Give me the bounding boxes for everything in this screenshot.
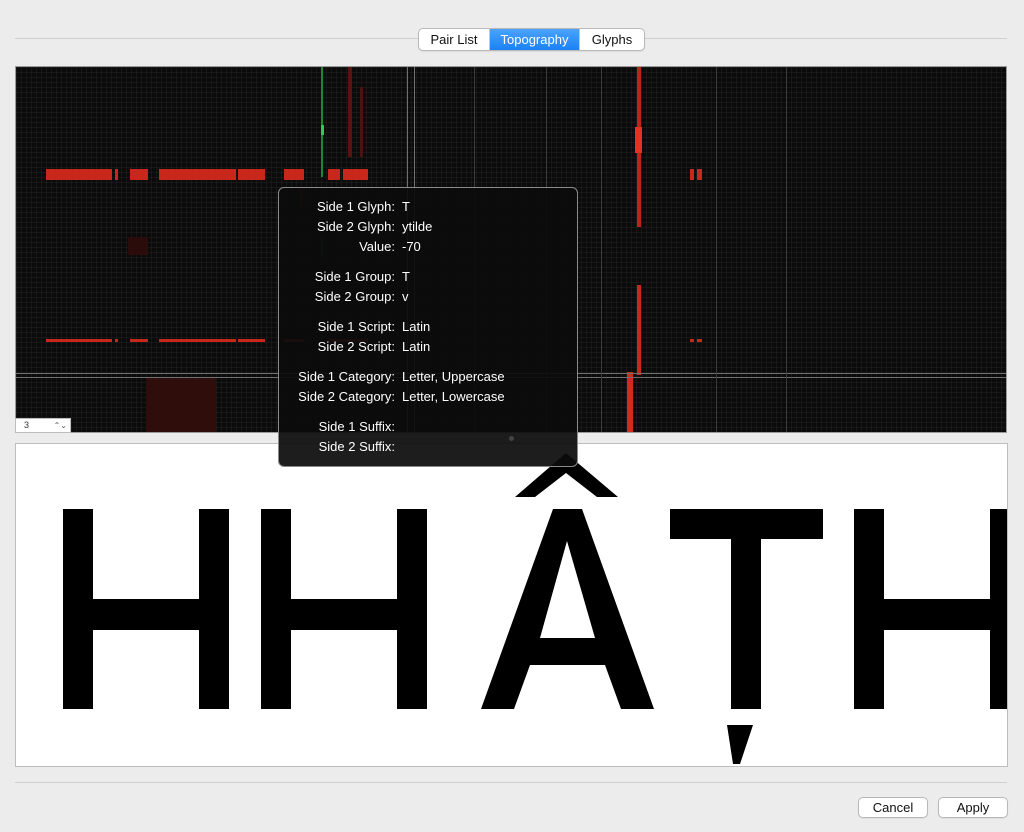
faint-kern-block bbox=[146, 377, 216, 432]
tooltip-row: Side 1 Category: Letter, Uppercase bbox=[298, 369, 505, 384]
faint-kern-block bbox=[128, 237, 148, 255]
glyph-preview bbox=[15, 443, 1008, 767]
tab-pair-list[interactable]: Pair List bbox=[419, 29, 490, 50]
tooltip-row: Side 2 Group: v bbox=[314, 289, 409, 304]
glyph-h-3 bbox=[854, 509, 1007, 709]
glyph-tcommabelow bbox=[670, 509, 823, 764]
tooltip-row: Side 1 Suffix: bbox=[318, 419, 395, 434]
view-tabs: Pair List Topography Glyphs bbox=[418, 28, 645, 51]
zoom-stepper[interactable]: 3 ⌃⌄ bbox=[15, 418, 71, 433]
tab-topography[interactable]: Topography bbox=[490, 29, 580, 50]
apply-button[interactable]: Apply bbox=[938, 797, 1008, 818]
glyph-acircumflex bbox=[481, 453, 654, 709]
kerning-info-tooltip: Side 1 Glyph: T Side 2 Glyph: ytilde Val… bbox=[278, 187, 578, 467]
glyph-h-1 bbox=[63, 509, 229, 709]
tooltip-row: Side 2 Script: Latin bbox=[317, 339, 431, 354]
zoom-stepper-value: 3 bbox=[24, 420, 30, 430]
tooltip-row: Side 1 Script: Latin bbox=[317, 319, 431, 334]
tooltip-row: Side 2 Suffix: bbox=[318, 439, 395, 454]
bottom-divider bbox=[15, 782, 1007, 783]
tooltip-row: Side 1 Group: T bbox=[314, 269, 410, 284]
tooltip-indicator-dot bbox=[509, 436, 514, 441]
tooltip-row: Side 2 Glyph: ytilde bbox=[316, 219, 433, 234]
cancel-button[interactable]: Cancel bbox=[858, 797, 928, 818]
stepper-arrows-icon[interactable]: ⌃⌄ bbox=[54, 419, 67, 432]
glyph-preview-drawing bbox=[63, 453, 1007, 764]
glyph-h-2 bbox=[261, 509, 427, 709]
tooltip-row: Side 1 Glyph: T bbox=[316, 199, 410, 214]
tooltip-row: Value: -70 bbox=[359, 239, 421, 254]
tab-glyphs[interactable]: Glyphs bbox=[580, 29, 644, 50]
tooltip-row: Side 2 Category: Letter, Lowercase bbox=[298, 389, 505, 404]
